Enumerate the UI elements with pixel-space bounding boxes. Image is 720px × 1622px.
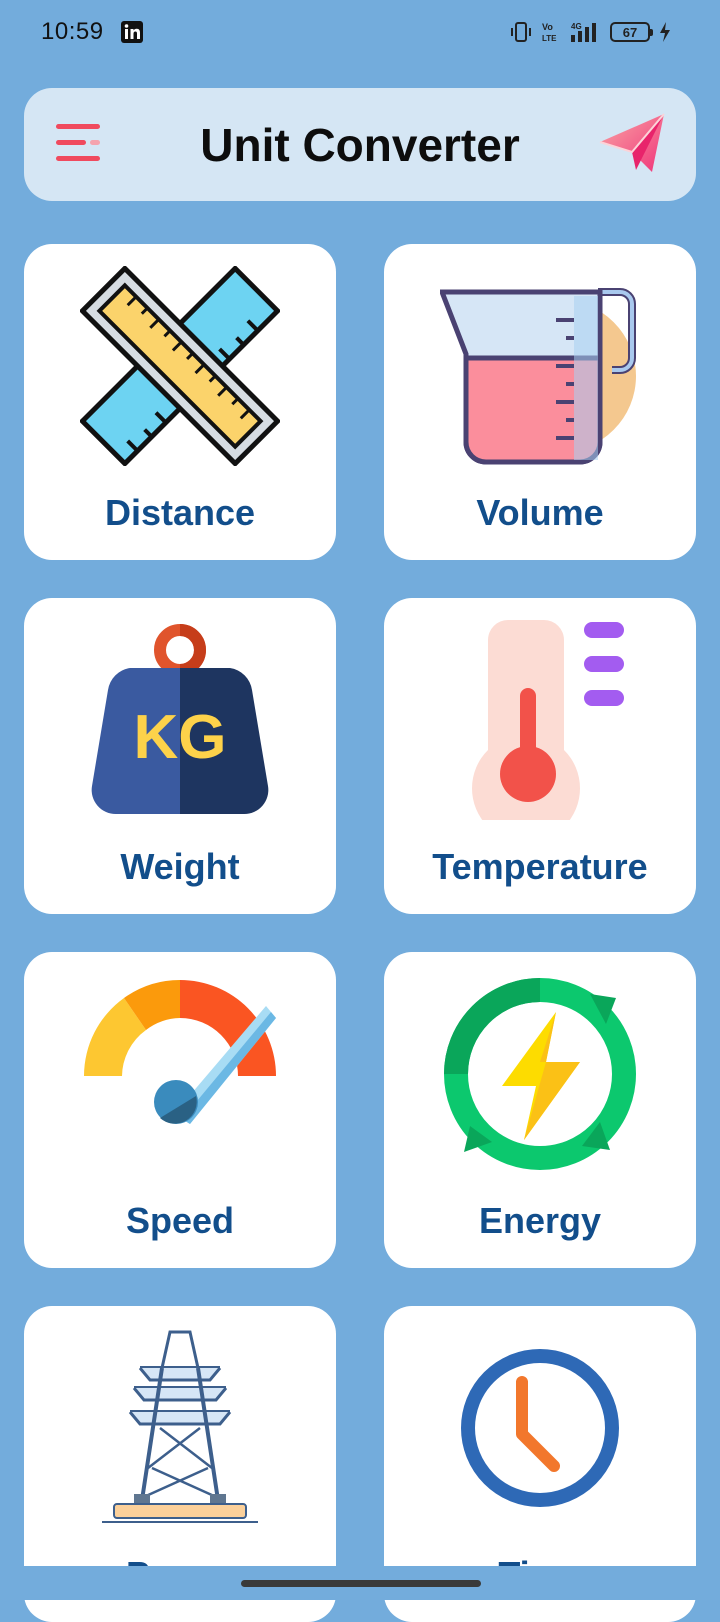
- svg-text:4G: 4G: [571, 22, 582, 31]
- category-label: Energy: [478, 1200, 602, 1241]
- svg-text:Vo: Vo: [542, 22, 553, 32]
- category-label: Weight: [120, 846, 240, 887]
- clock-icon: [461, 1349, 619, 1507]
- category-card-energy[interactable]: Energy: [384, 952, 696, 1268]
- battery-icon: 67: [610, 22, 653, 42]
- ruler-icon: [80, 266, 280, 466]
- speedometer-icon: [84, 980, 276, 1124]
- power-tower-icon: [102, 1330, 258, 1523]
- category-card-speed[interactable]: Speed: [24, 952, 336, 1268]
- status-time: 10:59: [41, 18, 104, 45]
- gesture-handle[interactable]: [241, 1580, 481, 1587]
- signal-4g-icon: 4G: [571, 22, 596, 42]
- category-label: Volume: [476, 492, 604, 533]
- category-card-volume[interactable]: Volume: [384, 244, 696, 560]
- category-label: Speed: [125, 1200, 235, 1241]
- kg-weight-icon: KG: [91, 624, 269, 815]
- measuring-jug-icon: [440, 288, 636, 465]
- svg-text:KG: KG: [134, 703, 227, 772]
- category-card-distance[interactable]: Distance: [24, 244, 336, 560]
- category-label: Distance: [104, 492, 256, 533]
- status-icons: Vo LTE 4G 67: [510, 19, 672, 45]
- charging-icon: [660, 22, 670, 42]
- linkedin-icon: [121, 21, 143, 43]
- category-card-temperature[interactable]: Temperature: [384, 598, 696, 914]
- volte-icon: Vo LTE: [542, 22, 557, 43]
- status-bar: 10:59 Vo LTE 4G 67: [0, 0, 720, 64]
- thermometer-icon: [472, 620, 624, 820]
- vibrate-icon: [511, 22, 531, 42]
- app-bar: Unit Converter: [24, 88, 696, 201]
- paper-plane-icon[interactable]: [598, 112, 666, 176]
- svg-text:LTE: LTE: [542, 34, 557, 43]
- battery-level: 67: [622, 24, 638, 40]
- category-label: Temperature: [432, 846, 648, 887]
- page-title: Unit Converter: [200, 119, 520, 171]
- category-card-weight[interactable]: KG Weight: [24, 598, 336, 914]
- energy-icon: [444, 978, 636, 1170]
